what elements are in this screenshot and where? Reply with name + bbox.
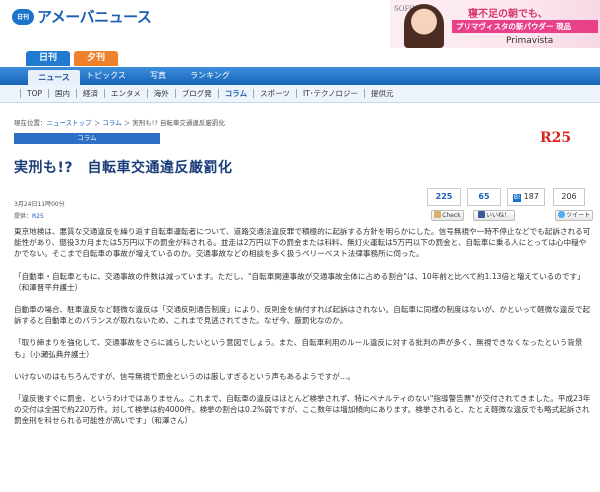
article-paragraph: 「自動車・自転車ともに、交通事故の件数は減っています。ただし、"自転車関連事故が… bbox=[14, 271, 585, 292]
article-source: 提供：R25 bbox=[14, 211, 44, 220]
subnav-item-domestic[interactable]: 国内 bbox=[48, 89, 76, 98]
source-link[interactable]: R25 bbox=[32, 213, 44, 220]
tab-evening[interactable]: 夕刊 bbox=[74, 51, 118, 66]
nav-item-ranking[interactable]: ランキング bbox=[184, 67, 236, 85]
twitter-count[interactable]: 65 bbox=[467, 188, 501, 206]
mixi-check-icon bbox=[434, 211, 442, 218]
ad-model-image bbox=[404, 4, 444, 48]
source-label: 提供： bbox=[14, 213, 33, 220]
breadcrumb-link-news-top[interactable]: ニューストップ bbox=[47, 119, 92, 127]
category-nav: TOP 国内 経済 エンタメ 海外 ブログ発 コラム スポーツ IT･テクノロジ… bbox=[0, 85, 600, 103]
twitter-bird-icon bbox=[557, 211, 565, 218]
ad-product-line: プリマヴィスタの新パウダー 現品 bbox=[452, 20, 598, 33]
check-button-label: Check bbox=[442, 212, 461, 219]
article-paragraph: 「違反後すぐに罰金、というわけではありません。これまで、自転車の違反はほとんど検… bbox=[14, 394, 591, 426]
total-count[interactable]: 206 bbox=[553, 188, 585, 206]
site-header: 日刊 アメーバニュース SOFINA 寝不足の朝でも、 プリマヴィスタの新パウダ… bbox=[0, 0, 600, 48]
subnav-item-top[interactable]: TOP bbox=[20, 89, 48, 98]
hatena-bookmark-icon: B! bbox=[513, 194, 522, 202]
subnav-item-providers[interactable]: 提供元 bbox=[364, 89, 400, 98]
r25-logo[interactable]: R25 bbox=[540, 130, 571, 146]
nav-item-photos[interactable]: 写真 bbox=[132, 67, 184, 85]
subnav-item-blog[interactable]: ブログ発 bbox=[174, 89, 218, 98]
article-paragraph: いけないのはもちろんですが、信号無視で罰金というのは厳しすぎるという声もあるよう… bbox=[14, 371, 356, 381]
subnav-item-sports[interactable]: スポーツ bbox=[253, 89, 296, 98]
subnav-item-entertainment[interactable]: エンタメ bbox=[104, 89, 147, 98]
breadcrumb: 現在位置：ニューストップ ＞ コラム ＞ 実刑も!? 自転車交通違反厳罰化 bbox=[14, 117, 225, 127]
breadcrumb-link-column[interactable]: コラム bbox=[102, 119, 121, 127]
subnav-item-it-technology[interactable]: IT･テクノロジー bbox=[295, 89, 364, 98]
thumbs-up-icon bbox=[477, 211, 485, 218]
article-date: 3月24日11時00分 bbox=[14, 201, 65, 208]
tweet-button-label: ツイート bbox=[565, 212, 590, 219]
edition-tabs: 日刊 夕刊 bbox=[26, 51, 118, 66]
logo-text: アメーバニュース bbox=[37, 8, 152, 26]
subnav-item-column[interactable]: コラム bbox=[217, 89, 253, 98]
article-body: 東京地検は、悪質な交通違反を繰り返す自転車運転者について、道路交通法違反罪で積極… bbox=[14, 226, 592, 438]
nav-item-topics[interactable]: トピックス bbox=[80, 67, 132, 85]
logo-mark: 日刊 bbox=[12, 8, 34, 25]
mixi-check-button[interactable]: Check bbox=[431, 210, 464, 221]
breadcrumb-prefix: 現在位置： bbox=[14, 119, 47, 127]
ad-headline: 寝不足の朝でも、 bbox=[468, 9, 548, 20]
article-paragraph: 自動車の場合、駐車違反など軽微な違反は「交通反則通告制度」により、反則金を納付す… bbox=[14, 305, 591, 326]
breadcrumb-separator: ＞ bbox=[91, 119, 103, 127]
subnav-item-economy[interactable]: 経済 bbox=[76, 89, 104, 98]
facebook-like-button[interactable]: いいね！ bbox=[473, 210, 515, 221]
subnav-item-overseas[interactable]: 海外 bbox=[146, 89, 175, 98]
category-label: コラム bbox=[14, 133, 160, 144]
like-button-label: いいね！ bbox=[485, 212, 510, 219]
tab-daily[interactable]: 日刊 bbox=[26, 51, 70, 66]
breadcrumb-current: 実刑も!? 自転車交通違反厳罰化 bbox=[132, 119, 225, 127]
hatena-count-box[interactable]: B! 187 bbox=[507, 188, 545, 206]
site-logo[interactable]: 日刊 アメーバニュース bbox=[12, 6, 152, 27]
advertisement-banner[interactable]: SOFINA 寝不足の朝でも、 プリマヴィスタの新パウダー 現品 Primavi… bbox=[390, 0, 600, 48]
main-nav: ニュース トピックス 写真 ランキング bbox=[0, 67, 600, 85]
ad-product-name: Primavista bbox=[506, 36, 554, 46]
breadcrumb-separator: ＞ bbox=[121, 119, 133, 127]
article-title: 実刑も!? 自転車交通違反厳罰化 bbox=[14, 160, 233, 176]
facebook-count[interactable]: 225 bbox=[427, 188, 461, 206]
article-paragraph: 「取り締まりを強化して、交通事故をさらに減らしたいという意図でしょう。また、自転… bbox=[14, 338, 583, 359]
hatena-count: 187 bbox=[523, 192, 539, 201]
tweet-button[interactable]: ツイート bbox=[555, 210, 593, 221]
nav-item-news[interactable]: ニュース bbox=[28, 70, 80, 85]
article-paragraph: 東京地検は、悪質な交通違反を繰り返す自転車運転者について、道路交通法違反罪で積極… bbox=[14, 227, 591, 259]
